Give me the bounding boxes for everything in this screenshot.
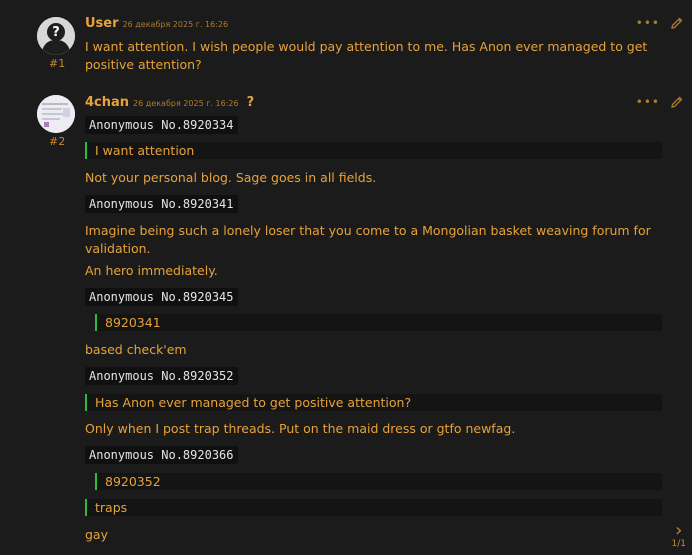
- post-reference[interactable]: 8920341: [95, 314, 662, 331]
- page-count: 1/1: [671, 539, 686, 549]
- edit-icon[interactable]: [670, 95, 684, 109]
- anon-post-id: Anonymous No.8920341: [85, 195, 238, 213]
- post-actions: •••: [636, 95, 684, 109]
- reply-text: Only when I post trap threads. Put on th…: [85, 421, 516, 436]
- anon-post-id: Anonymous No.8920352: [85, 367, 238, 385]
- question-avatar-icon: ?: [37, 17, 75, 55]
- user-avatar[interactable]: ?: [37, 17, 75, 55]
- post-actions: •••: [636, 16, 684, 30]
- svg-text:?: ?: [52, 25, 60, 40]
- more-options-icon[interactable]: •••: [636, 16, 660, 30]
- post-date: 26 декабря 2025 г. 16:26: [122, 20, 229, 29]
- post-header: 4chan 26 декабря 2025 г. 16:26 ?: [85, 95, 254, 110]
- question-badge-icon[interactable]: ?: [247, 95, 255, 110]
- greentext-quote: traps: [85, 499, 662, 516]
- post-number[interactable]: #1: [49, 57, 65, 70]
- post-text: I want attention. I wish people would pa…: [85, 39, 648, 72]
- page-thumbnail-icon: [37, 95, 75, 133]
- greentext-quote: Has Anon ever managed to get positive at…: [85, 394, 662, 411]
- reply-text: An hero immediately.: [85, 263, 218, 278]
- anon-post-id: Anonymous No.8920334: [85, 116, 238, 134]
- reply-text: Imagine being such a lonely loser that y…: [85, 223, 651, 256]
- reply-text: based check'em: [85, 342, 187, 357]
- edit-icon[interactable]: [670, 16, 684, 30]
- post-header: User 26 декабря 2025 г. 16:26: [85, 16, 228, 31]
- post-number[interactable]: #2: [49, 135, 65, 148]
- reply-text: gay: [85, 527, 108, 542]
- pagination: › 1/1: [671, 522, 686, 550]
- reply-text: Not your personal blog. Sage goes in all…: [85, 170, 377, 185]
- more-options-icon[interactable]: •••: [636, 95, 660, 109]
- author-name[interactable]: 4chan: [85, 95, 129, 110]
- chevron-right-icon[interactable]: ›: [672, 522, 686, 540]
- post-date: 26 декабря 2025 г. 16:26: [133, 99, 239, 108]
- post-reference[interactable]: 8920352: [95, 473, 662, 490]
- anon-post-id: Anonymous No.8920366: [85, 446, 238, 464]
- greentext-quote: I want attention: [85, 142, 662, 159]
- author-name[interactable]: User: [85, 16, 119, 31]
- thumbnail-avatar[interactable]: [37, 95, 75, 133]
- anon-post-id: Anonymous No.8920345: [85, 288, 238, 306]
